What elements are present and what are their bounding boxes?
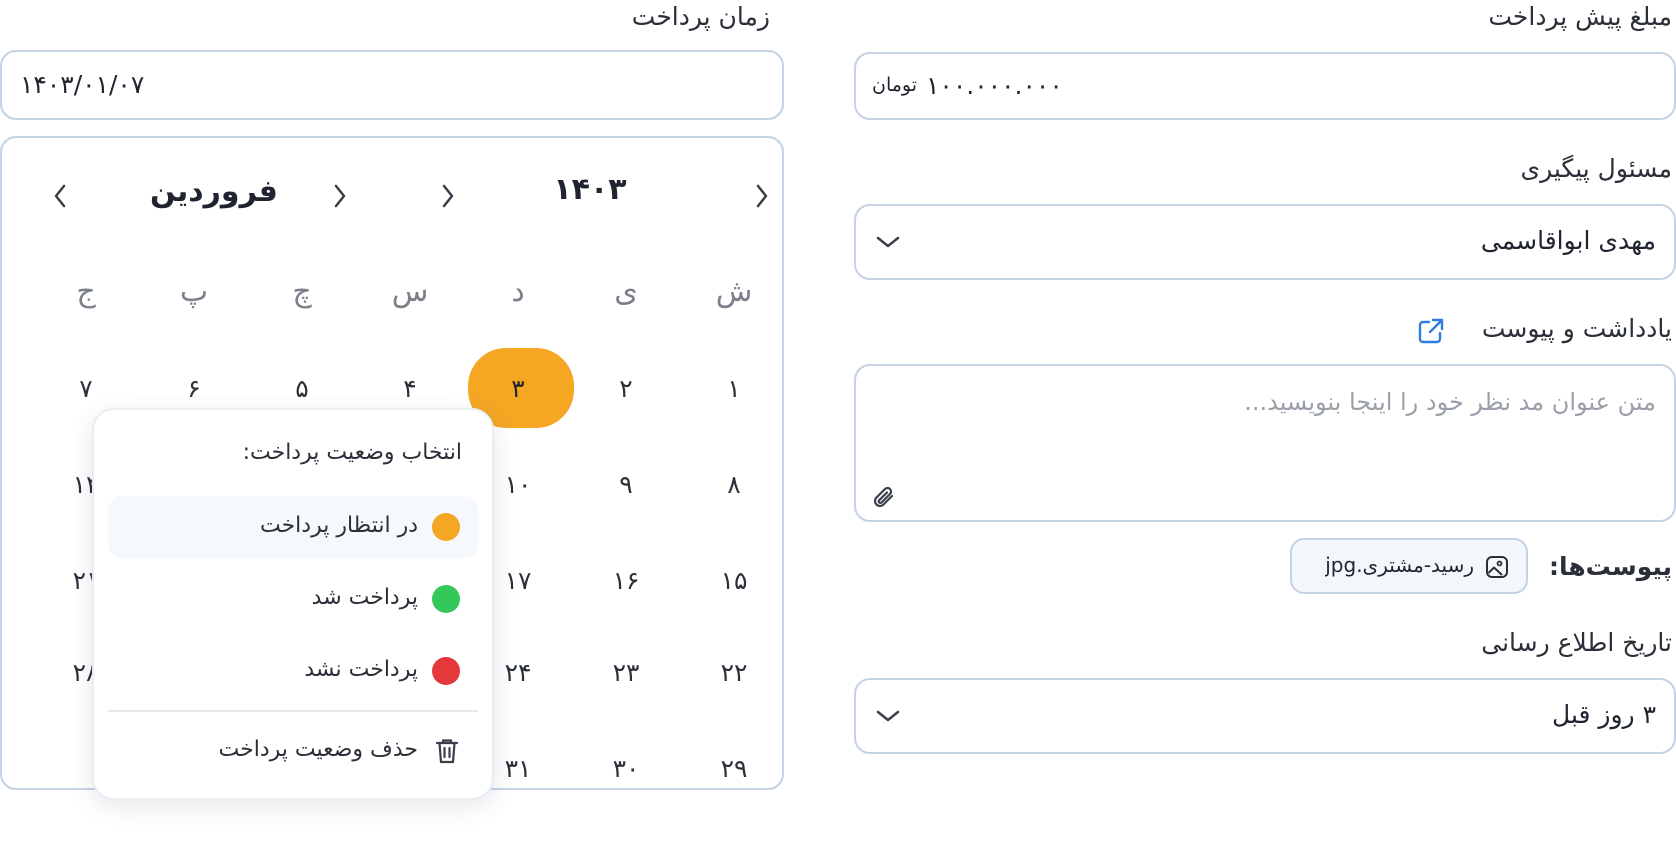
delete-status-label: حذف وضعیت پرداخت — [218, 737, 418, 762]
calendar-day[interactable]: ۹ — [576, 446, 676, 522]
chevron-down-icon — [874, 228, 902, 256]
notify-date-value: ۳ روز قبل — [1552, 700, 1656, 729]
status-option-label: پرداخت نشد — [304, 657, 418, 682]
weekday-header: ش — [715, 273, 753, 309]
calendar-day[interactable]: ۱ — [684, 350, 784, 426]
month-name[interactable]: فروردین — [150, 174, 278, 209]
calendar-day[interactable]: ۱۵ — [684, 542, 784, 618]
status-option-label: پرداخت شد — [311, 585, 418, 610]
month-next-icon[interactable] — [326, 182, 354, 210]
status-option-paid[interactable] — [108, 568, 478, 630]
status-option-label: در انتظار پرداخت — [259, 513, 418, 538]
followup-value: مهدی ابواقاسمی — [1480, 226, 1656, 255]
calendar-day[interactable]: ۳۰ — [576, 730, 676, 806]
status-option-unpaid[interactable] — [108, 640, 478, 702]
pending-status-dot — [432, 513, 460, 541]
payment-date-value: ۱۴۰۳/۰۱/۰۷ — [20, 70, 145, 99]
notify-date-label: تاریخ اطلاع رسانی — [1481, 628, 1672, 657]
paid-status-dot — [432, 585, 460, 613]
note-label: یادداشت و پیوست — [1481, 314, 1672, 343]
year-value[interactable]: ۱۴۰۳ — [540, 172, 640, 207]
weekday-header: چ — [292, 273, 312, 309]
prepayment-amount-value: ۱۰۰.۰۰۰.۰۰۰ — [926, 71, 1063, 100]
note-placeholder: متن عنوان مد نظر خود را اینجا بنویسید... — [1244, 388, 1656, 416]
year-next-icon[interactable] — [748, 182, 776, 210]
year-prev-icon[interactable] — [434, 182, 462, 210]
prepayment-amount-input[interactable]: تومان ۱۰۰.۰۰۰.۰۰۰ — [854, 52, 1676, 120]
payment-time-label: زمان پرداخت — [631, 2, 770, 31]
trash-icon — [434, 737, 460, 765]
weekday-header: د — [511, 273, 525, 309]
weekday-header: س — [391, 273, 429, 309]
weekday-header: ی — [614, 273, 638, 309]
paperclip-icon[interactable] — [870, 484, 898, 512]
image-icon — [1484, 554, 1510, 580]
weekday-header: پ — [179, 273, 209, 309]
status-menu-title: انتخاب وضعیت پرداخت: — [242, 440, 462, 465]
unpaid-status-dot — [432, 657, 460, 685]
followup-label: مسئول پیگیری — [1520, 154, 1672, 183]
calendar-day[interactable]: ۸ — [684, 446, 784, 522]
month-prev-icon[interactable] — [46, 182, 74, 210]
calendar-day[interactable]: ۲۹ — [684, 730, 784, 806]
calendar-day[interactable]: ۲۳ — [576, 634, 676, 710]
currency-unit: تومان — [872, 74, 918, 96]
notify-date-select[interactable]: ۳ روز قبل — [854, 678, 1676, 754]
attachment-chip[interactable]: رسید-مشتری.jpg — [1290, 538, 1528, 594]
chevron-down-icon — [874, 702, 902, 730]
calendar-day[interactable]: ۱۶ — [576, 542, 676, 618]
calendar-day[interactable]: ۲ — [576, 350, 676, 426]
external-link-icon[interactable] — [1416, 316, 1446, 346]
attachments-label: پیوست‌ها: — [1548, 552, 1672, 581]
weekday-header: ج — [76, 273, 96, 309]
status-menu-divider — [108, 710, 478, 712]
note-textarea[interactable]: متن عنوان مد نظر خود را اینجا بنویسید... — [854, 364, 1676, 522]
prepayment-label: مبلغ پیش پرداخت — [1488, 2, 1672, 31]
attachment-file-name: رسید-مشتری.jpg — [1325, 553, 1474, 577]
followup-select[interactable]: مهدی ابواقاسمی — [854, 204, 1676, 280]
calendar-day[interactable]: ۲۲ — [684, 634, 784, 710]
payment-date-input[interactable]: ۱۴۰۳/۰۱/۰۷ — [0, 50, 784, 120]
